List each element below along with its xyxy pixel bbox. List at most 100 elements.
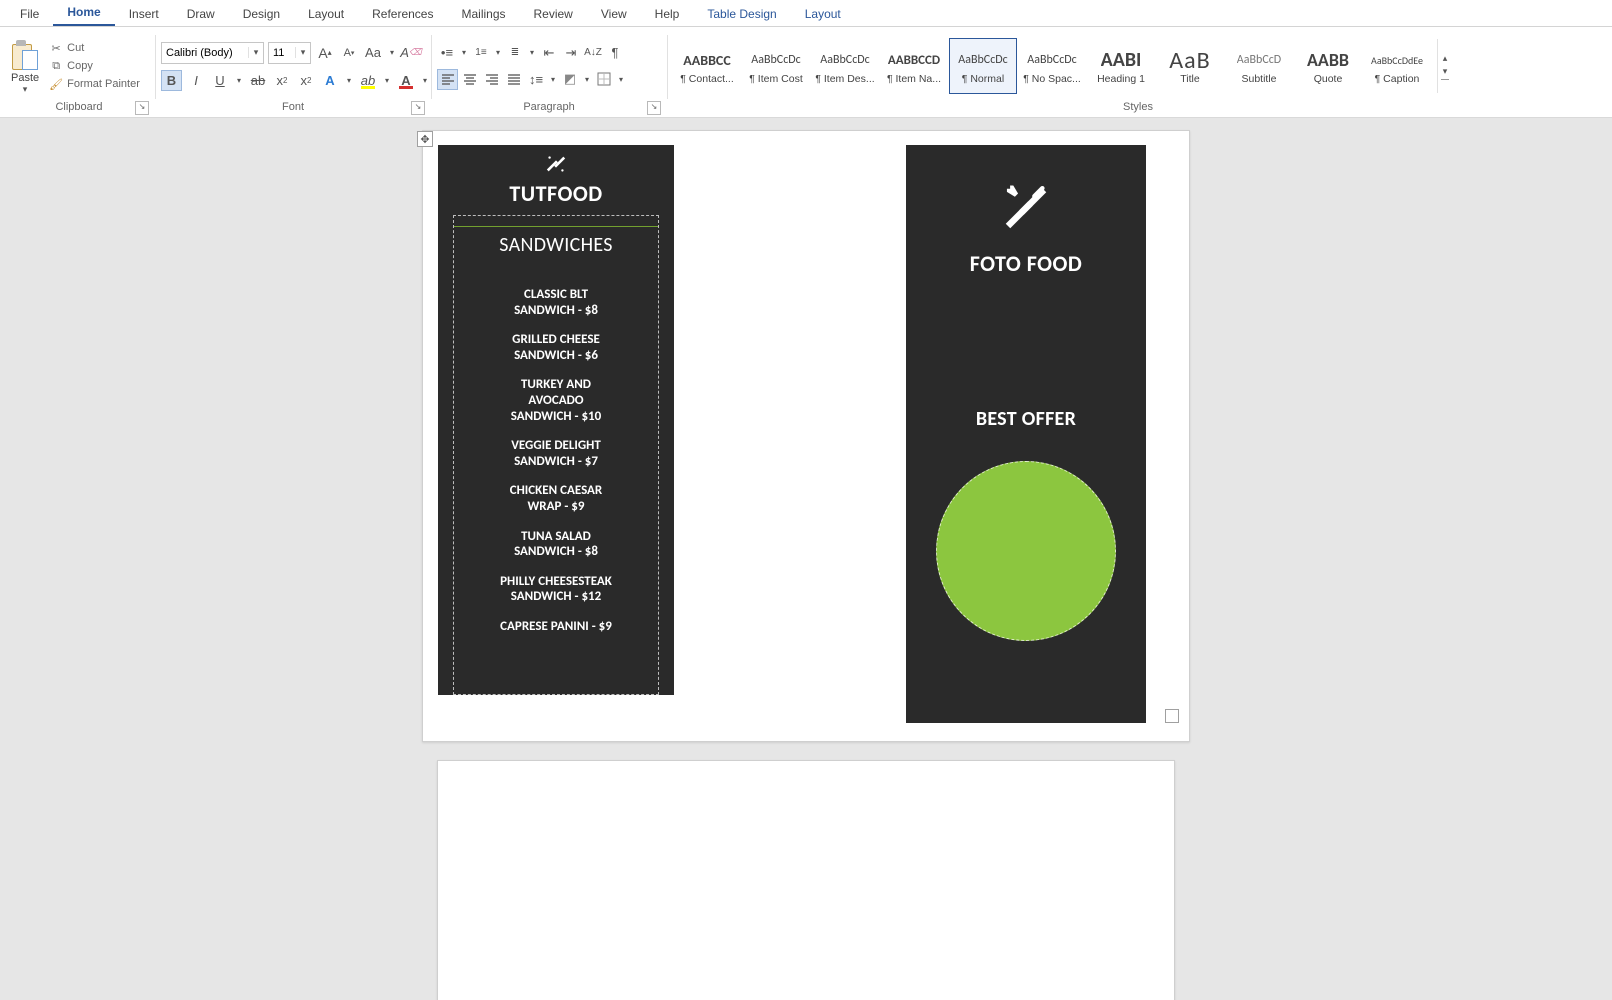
table-resize-handle[interactable]	[1165, 709, 1179, 723]
tab-references[interactable]: References	[358, 3, 447, 26]
clipboard-dialog-launcher[interactable]: ↘	[135, 101, 149, 115]
tab-table-design[interactable]: Table Design	[693, 3, 790, 26]
chevron-down-icon[interactable]: ▾	[548, 75, 558, 84]
shading-button[interactable]: ◩	[560, 69, 580, 89]
copy-button[interactable]: ⧉ Copy	[47, 58, 142, 74]
tab-design[interactable]: Design	[229, 3, 294, 26]
tab-draw[interactable]: Draw	[173, 3, 229, 26]
styles-more-button[interactable]: ▴▾	[1437, 39, 1452, 93]
menu-panel-right[interactable]: FOTO FOOD BEST OFFER	[906, 145, 1146, 723]
underline-button[interactable]: U	[210, 70, 230, 90]
style-item[interactable]: AaBbCcDc¶ Item Cost	[742, 38, 810, 94]
bullets-button[interactable]: •≡	[437, 43, 457, 63]
line-spacing-button[interactable]: ↕≡	[526, 69, 546, 89]
font-size-combo[interactable]: ▾	[268, 42, 311, 64]
chevron-down-icon[interactable]: ▾	[616, 75, 626, 84]
chevron-down-icon[interactable]: ▾	[493, 48, 503, 57]
tab-help[interactable]: Help	[641, 3, 694, 26]
chevron-down-icon[interactable]: ▾	[387, 48, 397, 57]
menu-panel-left[interactable]: TUTFOOD SANDWICHES CLASSIC BLT SANDWICH …	[438, 145, 674, 695]
document-page-1[interactable]: ✥ TUTFOOD SANDWICHES CLASSIC BLT SANDWIC…	[422, 130, 1190, 742]
align-left-button[interactable]	[437, 69, 458, 90]
chevron-down-icon[interactable]: ▾	[234, 76, 244, 85]
tab-home[interactable]: Home	[53, 1, 114, 26]
menu-item: GRILLED CHEESE SANDWICH - $6	[512, 332, 600, 363]
styles-gallery[interactable]: AABBCC¶ Contact...AaBbCcDc¶ Item CostAaB…	[673, 38, 1431, 94]
chevron-down-icon[interactable]: ▾	[582, 75, 592, 84]
clipboard-mini: ✂ Cut ⧉ Copy 🖌 Format Painter	[47, 40, 142, 92]
chevron-down-icon[interactable]: ▾	[527, 48, 537, 57]
borders-button[interactable]	[594, 69, 614, 89]
tab-view[interactable]: View	[587, 3, 641, 26]
document-surface[interactable]: ✥ TUTFOOD SANDWICHES CLASSIC BLT SANDWIC…	[0, 118, 1612, 1000]
style-item[interactable]: AaBbCcDc¶ No Spac...	[1018, 38, 1086, 94]
tab-file[interactable]: File	[6, 3, 53, 26]
menu-section[interactable]: SANDWICHES CLASSIC BLT SANDWICH - $8GRIL…	[453, 215, 659, 695]
tab-insert[interactable]: Insert	[115, 3, 173, 26]
paste-icon	[12, 40, 38, 70]
style-item[interactable]: AaBbCcDc¶ Normal	[949, 38, 1017, 94]
chevron-down-icon[interactable]: ▾	[248, 47, 263, 58]
align-center-button[interactable]	[460, 69, 480, 89]
chevron-down-icon[interactable]: ▾	[459, 48, 469, 57]
offer-circle-shape[interactable]	[936, 461, 1116, 641]
menu-item: CAPRESE PANINI - $9	[500, 619, 612, 635]
style-item[interactable]: AABIHeading 1	[1087, 38, 1155, 94]
style-item[interactable]: AABBCC¶ Contact...	[673, 38, 741, 94]
clear-formatting-button[interactable]: A⌫	[401, 43, 421, 63]
menu-item: CHICKEN CAESAR WRAP - $9	[510, 483, 603, 514]
change-case-button[interactable]: Aa	[363, 43, 383, 63]
menu-item: TURKEY AND AVOCADO SANDWICH - $10	[511, 377, 601, 424]
font-color-button[interactable]: A	[396, 70, 416, 90]
decrease-font-size-button[interactable]: A▾	[339, 43, 359, 63]
paste-button[interactable]: Paste ▾	[9, 38, 41, 95]
highlight-color-button[interactable]: ab	[358, 70, 378, 90]
font-size-input[interactable]	[269, 43, 295, 63]
style-item[interactable]: AABBCCD¶ Item Na...	[880, 38, 948, 94]
font-name-input[interactable]	[162, 43, 248, 63]
fork-knife-icon	[999, 181, 1053, 238]
numbering-button[interactable]: 1≡	[471, 43, 491, 63]
tab-table-layout[interactable]: Layout	[791, 3, 855, 26]
tab-review[interactable]: Review	[520, 3, 587, 26]
font-dialog-launcher[interactable]: ↘	[411, 101, 425, 115]
strikethrough-button[interactable]: ab	[248, 70, 268, 90]
italic-button[interactable]: I	[186, 70, 206, 90]
style-preview: AABBCCD	[888, 47, 940, 73]
subscript-button[interactable]: x2	[272, 70, 292, 90]
chevron-down-icon[interactable]: ▾	[295, 47, 310, 58]
document-page-2[interactable]	[437, 760, 1175, 1000]
justify-button[interactable]	[504, 69, 524, 89]
style-item[interactable]: AaBbCcDSubtitle	[1225, 38, 1293, 94]
style-item[interactable]: AABBQuote	[1294, 38, 1362, 94]
style-item[interactable]: AaBbCcDc¶ Item Des...	[811, 38, 879, 94]
cut-button[interactable]: ✂ Cut	[47, 40, 142, 56]
superscript-button[interactable]: x2	[296, 70, 316, 90]
style-item[interactable]: AaBTitle	[1156, 38, 1224, 94]
style-preview: AaBbCcDc	[958, 47, 1007, 73]
font-name-combo[interactable]: ▾	[161, 42, 264, 64]
table-move-handle[interactable]: ✥	[417, 131, 433, 147]
multilevel-list-button[interactable]: ≣	[505, 43, 525, 63]
chevron-down-icon[interactable]: ▾	[420, 76, 430, 85]
text-effects-button[interactable]: A	[320, 70, 340, 90]
style-item[interactable]: AaBbCcDdEe¶ Caption	[1363, 38, 1431, 94]
chevron-down-icon[interactable]: ▾	[344, 76, 354, 85]
chevron-down-icon[interactable]: ▾	[382, 76, 392, 85]
tab-mailings[interactable]: Mailings	[447, 3, 519, 26]
tab-layout[interactable]: Layout	[294, 3, 358, 26]
increase-font-size-button[interactable]: A▴	[315, 43, 335, 63]
style-preview: AABBCC	[683, 47, 730, 73]
increase-indent-button[interactable]: ⇥	[561, 43, 581, 63]
ribbon: Paste ▾ ✂ Cut ⧉ Copy 🖌 Format Painter Cl	[0, 27, 1612, 118]
format-painter-button[interactable]: 🖌 Format Painter	[47, 76, 142, 92]
style-label: ¶ Caption	[1375, 73, 1420, 85]
sort-button[interactable]: A↓Z	[583, 43, 603, 63]
bold-button[interactable]: B	[161, 70, 182, 91]
decrease-indent-button[interactable]: ⇤	[539, 43, 559, 63]
paste-label: Paste	[11, 72, 39, 84]
paragraph-dialog-launcher[interactable]: ↘	[647, 101, 661, 115]
show-hide-marks-button[interactable]: ¶	[605, 43, 625, 63]
align-right-button[interactable]	[482, 69, 502, 89]
chevron-down-icon[interactable]: ▾	[23, 84, 28, 95]
